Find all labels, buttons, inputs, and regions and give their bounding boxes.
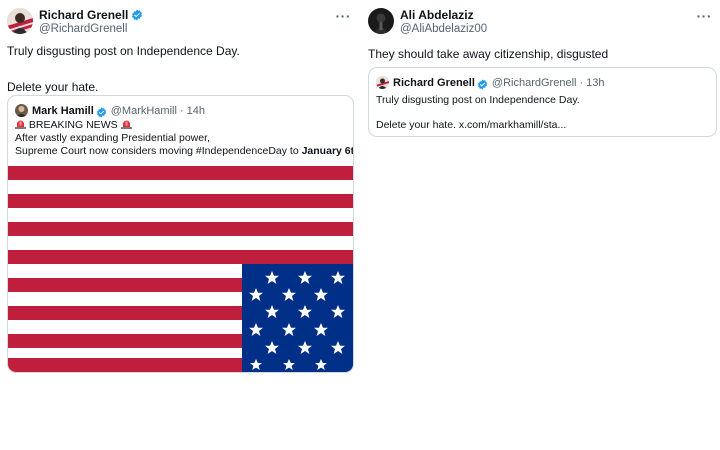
tweet-text-line: Truly disgusting post on Independence Da…	[7, 44, 240, 58]
quoted-text-line[interactable]: Delete your hate. x.com/markhamill/sta..…	[376, 119, 566, 132]
verified-badge-icon	[96, 105, 107, 118]
quoted-text-breaking: BREAKING NEWS	[28, 119, 118, 131]
avatar	[376, 76, 389, 89]
separator: ·	[179, 104, 184, 117]
upside-down-flag-image[interactable]	[8, 166, 353, 372]
quoted-author-name: Richard Grenell	[393, 76, 475, 89]
tweet-header: Ali Abdelaziz @AliAbdelaziz00	[368, 8, 716, 38]
quoted-author-handle: @MarkHamill	[110, 104, 177, 117]
timestamp: 14h	[186, 104, 205, 117]
avatar[interactable]	[368, 8, 394, 34]
quoted-text-line: After vastly expanding Presidential powe…	[15, 132, 210, 144]
quoted-text-span: Supreme Court now considers moving #Inde…	[15, 145, 302, 157]
separator: ·	[579, 76, 584, 89]
more-options-icon[interactable]: ···	[336, 8, 352, 24]
avatar	[15, 104, 28, 117]
quoted-tweet-header: Richard Grenell @RichardGrenell · 13h	[376, 75, 604, 90]
more-options-icon[interactable]: ···	[697, 8, 713, 24]
siren-emoji-icon	[120, 119, 132, 129]
timestamp: 13h	[586, 76, 605, 89]
quoted-text-line: BREAKING NEWS	[15, 119, 132, 132]
flag-canton	[242, 264, 353, 372]
quoted-tweet[interactable]: Mark Hamill @MarkHamill · 14h BREAKING N…	[7, 95, 354, 373]
author-name[interactable]: Richard Grenell	[39, 8, 128, 22]
author-handle[interactable]: @AliAbdelaziz00	[400, 22, 487, 36]
quoted-text-line: Truly disgusting post on Independence Da…	[376, 94, 580, 106]
verified-badge-icon	[131, 9, 143, 21]
verified-badge-icon	[477, 77, 488, 90]
quoted-author-name: Mark Hamill	[32, 104, 94, 117]
quoted-tweet-header: Mark Hamill @MarkHamill · 14h	[15, 103, 205, 118]
tweet-text-line: Delete your hate.	[7, 80, 99, 94]
author-handle[interactable]: @RichardGrenell	[39, 22, 143, 36]
tweet-text-line: They should take away citizenship, disgu…	[368, 47, 609, 61]
tweet-header: Richard Grenell @RichardGrenell	[7, 8, 355, 38]
quoted-text-line: Supreme Court now considers moving #Inde…	[15, 145, 354, 158]
quoted-text-bold: January 6t	[301, 145, 354, 157]
author-name[interactable]: Ali Abdelaziz	[400, 8, 474, 22]
siren-emoji-icon	[15, 119, 26, 129]
quoted-tweet[interactable]: Richard Grenell @RichardGrenell · 13h Tr…	[368, 67, 717, 137]
tweet-ali-abdelaziz[interactable]: Ali Abdelaziz @AliAbdelaziz00 ··· They s…	[368, 8, 717, 137]
avatar[interactable]	[7, 8, 33, 34]
tweet-richard-grenell[interactable]: Richard Grenell @RichardGrenell ··· Trul…	[7, 8, 355, 373]
quoted-author-handle: @RichardGrenell	[491, 76, 577, 89]
